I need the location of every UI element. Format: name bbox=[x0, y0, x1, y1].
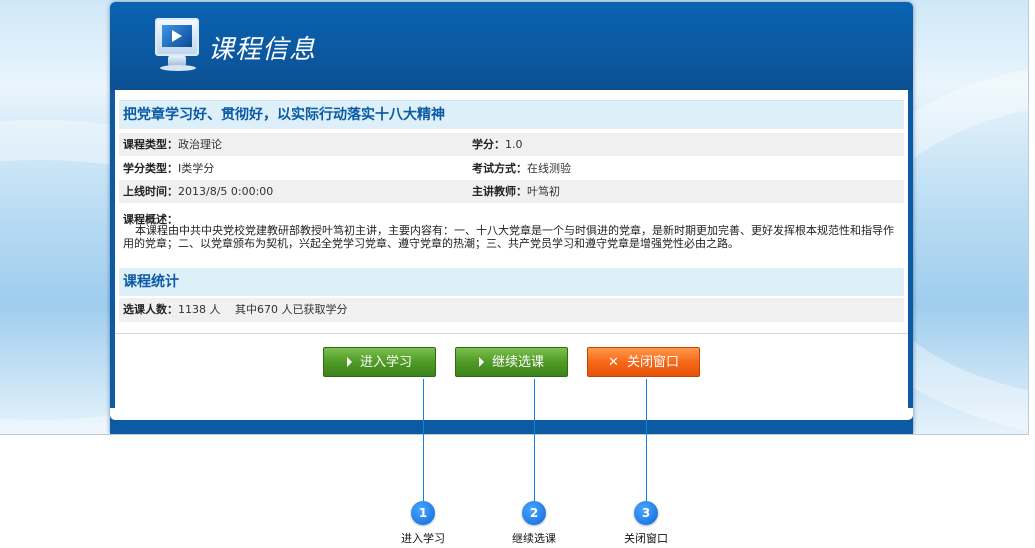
teacher-label: 主讲教师： bbox=[472, 185, 527, 198]
window-title: 课程信息 bbox=[208, 35, 317, 65]
callout-line bbox=[423, 379, 424, 501]
callout-badge-2: 2 bbox=[522, 501, 546, 525]
callout-line bbox=[534, 379, 535, 501]
online-time-label: 上线时间： bbox=[123, 185, 178, 198]
play-arrow-icon bbox=[478, 357, 484, 367]
close-window-button[interactable]: ✕ 关闭窗口 bbox=[587, 347, 700, 377]
teacher-value: 叶笃初 bbox=[527, 185, 560, 198]
credit-value: 1.0 bbox=[505, 138, 523, 151]
stats-row: 选课人数：1138 人 其中670 人已获取学分 bbox=[119, 298, 904, 322]
course-description: 本课程由中共中央党校党建教研部教授叶笃初主讲，主要内容有：一、十八大党章是一个与… bbox=[123, 224, 894, 250]
credit-type-value: I类学分 bbox=[178, 162, 215, 175]
callout-label-2: 继续选课 bbox=[512, 532, 556, 545]
close-window-label: 关闭窗口 bbox=[626, 355, 679, 370]
continue-selection-label: 继续选课 bbox=[491, 355, 544, 370]
callout-label-1: 进入学习 bbox=[401, 532, 445, 545]
play-arrow-icon bbox=[346, 357, 352, 367]
callout-badge-1: 1 bbox=[411, 501, 435, 525]
monitor-base bbox=[160, 65, 196, 71]
course-title: 把党章学习好、贯彻好，以实际行动落实十八大精神 bbox=[119, 100, 904, 129]
info-row: 学分类型：I类学分 考试方式：在线测验 bbox=[119, 157, 904, 180]
online-time-value: 2013/8/5 0:00:00 bbox=[178, 185, 274, 198]
credit-label: 学分： bbox=[472, 138, 505, 151]
window-header: 课程信息 bbox=[110, 2, 913, 90]
exam-method-value: 在线测验 bbox=[527, 162, 571, 175]
screenshot-frame: 课程信息 把党章学习好、贯彻好，以实际行动落实十八大精神 课程类型：政治理论 学… bbox=[0, 0, 1029, 435]
callout-badge-3: 3 bbox=[634, 501, 658, 525]
course-type-label: 课程类型： bbox=[123, 138, 178, 151]
callout-label-3: 关闭窗口 bbox=[624, 532, 668, 545]
enter-study-button[interactable]: 进入学习 bbox=[323, 347, 436, 377]
enrollment-value: 1138 人 其中670 人已获取学分 bbox=[178, 303, 348, 316]
close-x-icon: ✕ bbox=[608, 355, 619, 370]
enrollment-label: 选课人数： bbox=[123, 303, 178, 316]
info-row: 课程类型：政治理论 学分：1.0 bbox=[119, 133, 904, 156]
window-footer bbox=[110, 408, 913, 434]
divider bbox=[115, 333, 908, 334]
course-type-value: 政治理论 bbox=[178, 138, 222, 151]
monitor-icon bbox=[155, 18, 199, 56]
continue-selection-button[interactable]: 继续选课 bbox=[455, 347, 568, 377]
stats-title: 课程统计 bbox=[119, 268, 904, 296]
credit-type-label: 学分类型： bbox=[123, 162, 178, 175]
info-row: 上线时间：2013/8/5 0:00:00 主讲教师：叶笃初 bbox=[119, 180, 904, 203]
exam-method-label: 考试方式： bbox=[472, 162, 527, 175]
enter-study-label: 进入学习 bbox=[359, 355, 412, 370]
callout-line bbox=[646, 379, 647, 501]
